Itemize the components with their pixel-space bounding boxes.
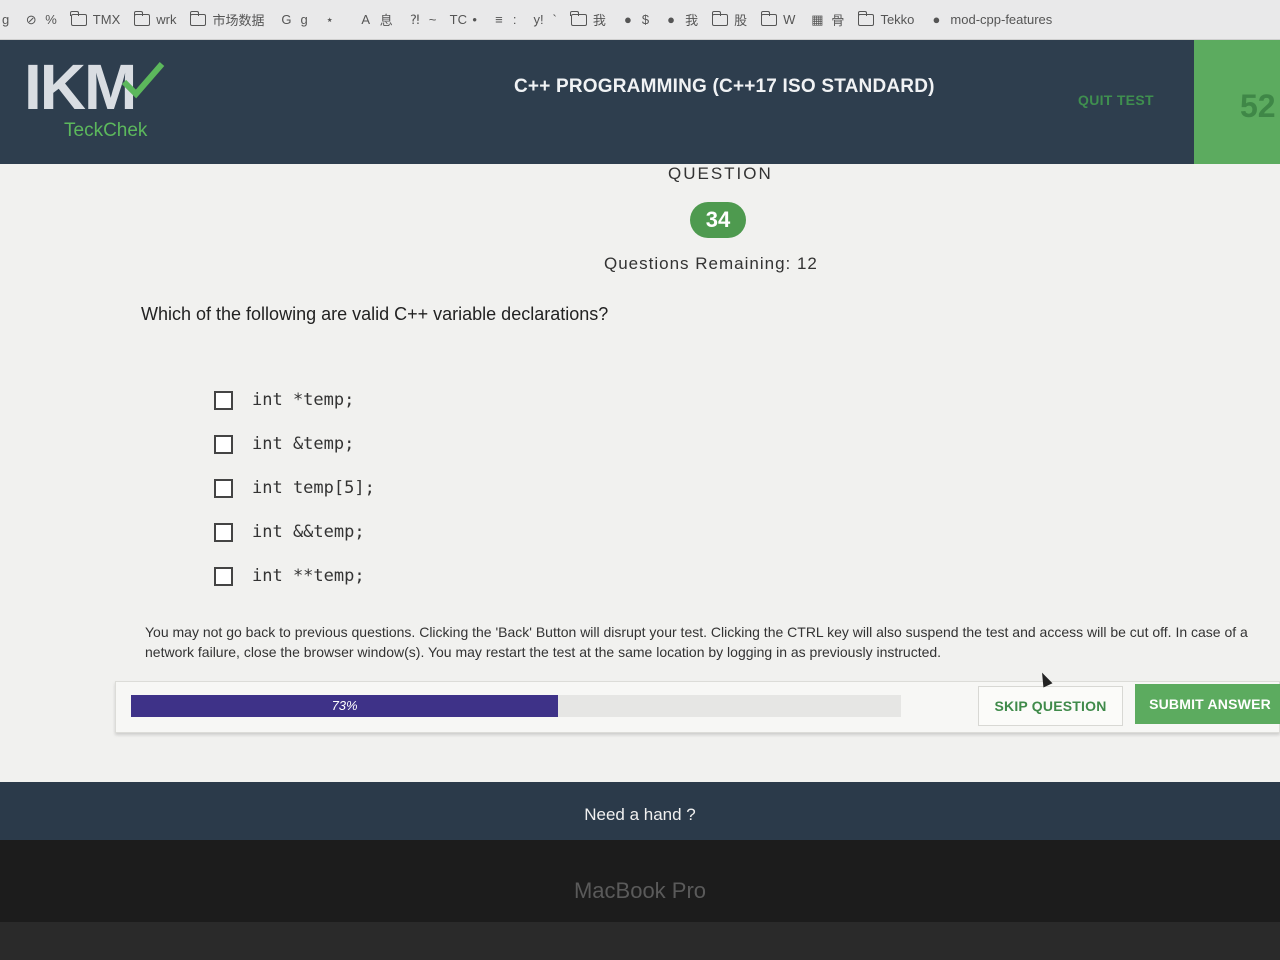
answer-option[interactable]: int &temp; xyxy=(214,422,375,466)
bookmark-item[interactable]: y! ` xyxy=(531,12,557,27)
answer-option[interactable]: int *temp; xyxy=(214,378,375,422)
answer-code: int **temp; xyxy=(252,566,365,586)
test-header: IKM TeckChek C++ PROGRAMMING (C++17 ISO … xyxy=(0,40,1280,164)
bookmark-item[interactable]: ⊘% xyxy=(23,11,57,28)
bookmark-label: W xyxy=(783,12,796,27)
questions-remaining: Questions Remaining: 12 xyxy=(604,254,818,273)
bookmark-item[interactable]: g xyxy=(2,12,9,27)
grid-icon: ▦ xyxy=(811,11,824,27)
bookmark-item[interactable]: TMX xyxy=(70,10,121,27)
question-number-badge: 34 xyxy=(690,202,746,238)
ikm-logo: IKM TeckChek xyxy=(24,55,165,142)
bookmark-label: TMX xyxy=(92,12,121,27)
bookmark-item[interactable]: ≡: xyxy=(491,12,517,27)
bookmark-label: mod-cpp-features xyxy=(950,12,1053,27)
answer-option[interactable]: int **temp; xyxy=(214,554,375,598)
answer-checkbox[interactable] xyxy=(214,566,233,586)
folder-icon xyxy=(189,10,207,26)
bookmark-label: % xyxy=(45,12,57,27)
bookmark-item[interactable]: ● 我 xyxy=(663,10,698,29)
folder-icon xyxy=(711,10,729,26)
bookmarks-bar: g ⊘% TMX wrk 市场数据 Gg ⋆ A 息 ⁈ ~ TC • ≡: y! ` 我 ● $ ● 我股 W ▦ 骨 Tek… xyxy=(0,0,1280,40)
bookmark-item[interactable]: wrk xyxy=(133,10,177,27)
site-icon: ≡ xyxy=(495,12,503,27)
logo-sub: TeckChek xyxy=(64,120,148,141)
laptop-bezel: MacBook Pro xyxy=(0,840,1280,960)
bookmark-item[interactable]: 股 xyxy=(711,10,748,29)
help-footer: Need a hand ? xyxy=(0,782,1280,840)
bookmark-item[interactable]: Gg xyxy=(278,12,307,27)
globe-icon: ● xyxy=(623,12,632,27)
bookmark-label: ~ xyxy=(428,12,437,27)
bookmark-label: 我 xyxy=(685,13,699,28)
bookmark-item[interactable]: TC • xyxy=(450,12,477,27)
bookmark-label: 股 xyxy=(734,13,748,28)
progress-label: 73% xyxy=(331,698,358,713)
answer-option[interactable]: int &&temp; xyxy=(214,510,375,554)
site-icon: ⋆ xyxy=(325,11,334,27)
bookmark-label: Tekko xyxy=(880,12,915,27)
answer-checkbox[interactable] xyxy=(214,478,233,498)
answer-checkbox[interactable] xyxy=(214,522,233,542)
question-text: Which of the following are valid C++ var… xyxy=(141,304,609,324)
timer-value: 52 xyxy=(1240,88,1276,124)
answer-code: int &&temp; xyxy=(252,522,365,542)
bookmark-item[interactable]: Tekko xyxy=(857,10,915,27)
test-title: C++ PROGRAMMING (C++17 ISO STANDARD) xyxy=(514,76,935,97)
answer-checkbox[interactable] xyxy=(214,434,233,454)
answer-code: int *temp; xyxy=(252,390,355,410)
bookmark-label: $ xyxy=(641,12,650,27)
bookmark-item[interactable]: 我 xyxy=(570,10,606,29)
yahoo-icon: y! xyxy=(533,12,544,27)
folder-icon xyxy=(70,10,87,26)
logo-check-icon xyxy=(121,62,165,99)
globe-icon: ● xyxy=(667,12,676,27)
test-notice: You may not go back to previous question… xyxy=(145,624,1248,660)
answer-checkbox[interactable] xyxy=(214,390,233,410)
bookmark-item[interactable]: W xyxy=(760,10,796,27)
bookmark-item[interactable]: ▦ 骨 xyxy=(809,10,844,29)
folder-icon xyxy=(760,10,778,26)
answer-options: int *temp; int &temp; int temp[5]; int &… xyxy=(214,378,375,598)
bookmark-label: 我 xyxy=(592,13,606,28)
bookmark-item[interactable]: 市场数据 xyxy=(189,10,265,29)
folder-icon xyxy=(857,10,875,26)
block-icon: ⊘ xyxy=(25,11,37,27)
question-panel: QUESTION 34 Questions Remaining: 12 Whic… xyxy=(0,164,1280,782)
submit-answer-button[interactable]: SUBMIT ANSWER xyxy=(1135,684,1280,724)
bookmark-item[interactable]: ● $ xyxy=(620,12,649,27)
progress-bar: 73% xyxy=(131,695,901,717)
bookmark-label: : xyxy=(512,12,517,27)
bookmark-label: • xyxy=(472,12,477,27)
action-bar: 73% SKIP QUESTION SUBMIT ANSWER xyxy=(115,681,1280,733)
bookmark-item[interactable]: ⋆ xyxy=(322,11,344,27)
bookmark-label: g xyxy=(2,12,10,27)
site-icon: TC xyxy=(449,12,467,27)
need-help-link[interactable]: Need a hand ? xyxy=(0,805,1280,825)
github-icon: ● xyxy=(932,12,941,27)
bookmark-label: 骨 xyxy=(831,13,845,28)
bookmark-item[interactable]: ⁈ ~ xyxy=(407,11,437,28)
bookmark-label: 息 xyxy=(379,13,393,28)
folder-icon xyxy=(570,10,587,26)
bookmark-label: 市场数据 xyxy=(212,13,265,28)
google-icon: G xyxy=(281,12,292,27)
answer-code: int &temp; xyxy=(252,434,355,454)
bookmark-label: g xyxy=(300,12,308,27)
question-label: QUESTION xyxy=(668,164,773,183)
bookmark-item[interactable]: ● mod-cpp-features xyxy=(928,12,1052,27)
keyboard-edge xyxy=(0,922,1280,960)
device-label: MacBook Pro xyxy=(573,878,707,903)
skip-question-button[interactable]: SKIP QUESTION xyxy=(978,686,1123,726)
answer-option[interactable]: int temp[5]; xyxy=(214,466,375,510)
bookmark-item[interactable]: A息 xyxy=(358,10,393,29)
site-icon: ⁈ xyxy=(409,11,420,27)
site-icon: A xyxy=(361,12,371,27)
answer-code: int temp[5]; xyxy=(252,478,375,498)
folder-icon xyxy=(133,10,151,26)
quit-test-button[interactable]: QUIT TEST xyxy=(1078,92,1154,108)
bookmark-label: wrk xyxy=(156,12,177,27)
bookmark-label: ` xyxy=(552,12,557,27)
